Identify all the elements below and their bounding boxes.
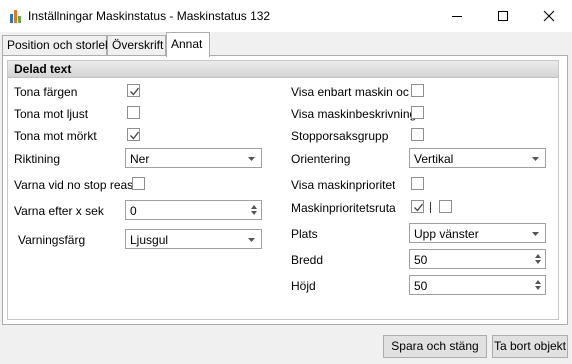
separator <box>430 202 431 213</box>
chevron-down-icon <box>248 157 255 161</box>
maskinprioritetsruta-checkbox-b[interactable] <box>439 200 452 213</box>
bredd-value: 50 <box>414 253 428 267</box>
visa-maskinbeskrivning-label: Visa maskinbeskrivning <box>291 107 417 121</box>
orientering-label: Orientering <box>291 152 351 166</box>
save-and-close-button[interactable]: Spara och stäng <box>383 335 487 358</box>
maskinprioritetsruta-checkbox-a[interactable] <box>411 200 424 213</box>
plats-value: Upp vänster <box>414 227 479 241</box>
checkmark-icon <box>130 131 140 140</box>
riktning-label: Riktining <box>14 152 61 166</box>
maximize-icon <box>498 11 508 21</box>
group-title: Delad text <box>8 61 558 78</box>
spin-down-icon[interactable] <box>534 285 542 291</box>
varna-efter-value: 0 <box>130 204 137 218</box>
visa-maskinprioritet-label: Visa maskinprioritet <box>291 178 396 192</box>
tona-mot-morkt-label: Tona mot mörkt <box>14 129 97 143</box>
stopporsaksgrupp-checkbox[interactable] <box>411 128 424 141</box>
orientering-value: Vertikal <box>414 152 454 166</box>
visa-enbart-checkbox[interactable] <box>411 84 424 97</box>
chevron-down-icon <box>532 157 539 161</box>
close-button[interactable] <box>526 0 572 32</box>
varna-efter-label: Varna efter x sek <box>14 204 104 218</box>
checkmark-icon <box>414 203 424 212</box>
tab-panel-annat: Delad text Tona färgen Tona mot ljust To… <box>2 55 568 325</box>
varna-no-stop-checkbox[interactable] <box>132 177 145 190</box>
tona-fargen-label: Tona färgen <box>14 85 78 99</box>
plats-label: Plats <box>291 227 318 241</box>
spin-down-icon[interactable] <box>250 210 258 216</box>
tab-strip: Position och storlek Överskrift Annat <box>0 32 572 57</box>
group-delad-text: Delad text Tona färgen Tona mot ljust To… <box>7 60 559 320</box>
maximize-button[interactable] <box>480 0 526 32</box>
varningsfarg-value: Ljusgul <box>130 233 169 247</box>
stopporsaksgrupp-label: Stopporsaksgrupp <box>291 129 389 143</box>
visa-enbart-label: Visa enbart maskin och stoppfärg <box>291 85 409 98</box>
riktning-dropdown[interactable]: Ner <box>125 148 262 168</box>
tab-annat[interactable]: Annat <box>166 32 210 57</box>
minimize-icon <box>452 16 462 17</box>
orientering-dropdown[interactable]: Vertikal <box>409 148 546 168</box>
chevron-down-icon <box>532 232 539 236</box>
hojd-spinner[interactable]: 50 <box>409 275 546 295</box>
tona-mot-ljust-checkbox[interactable] <box>127 106 140 119</box>
varna-efter-spinner[interactable]: 0 <box>125 200 262 220</box>
delete-object-button[interactable]: Ta bort objekt <box>492 335 568 358</box>
tab-overskrift[interactable]: Överskrift <box>107 35 166 56</box>
tona-mot-morkt-checkbox[interactable] <box>127 128 140 141</box>
bredd-label: Bredd <box>291 253 324 267</box>
tab-position-och-storlek[interactable]: Position och storlek <box>2 35 111 56</box>
checkmark-icon <box>130 87 140 96</box>
title-bar: Inställningar Maskinstatus - Maskinstatu… <box>0 0 572 32</box>
minimize-button[interactable] <box>434 0 480 32</box>
window-title: Inställningar Maskinstatus - Maskinstatu… <box>28 9 271 23</box>
close-icon <box>543 10 555 22</box>
varningsfarg-dropdown[interactable]: Ljusgul <box>125 229 262 249</box>
varna-no-stop-label: Varna vid no stop reaso <box>14 178 132 192</box>
visa-maskinbeskrivning-checkbox[interactable] <box>411 106 424 119</box>
hojd-label: Höjd <box>291 279 316 293</box>
maskinprioritetsruta-label: Maskinprioritetsruta <box>291 201 396 215</box>
riktning-value: Ner <box>130 152 150 166</box>
chevron-down-icon <box>248 238 255 242</box>
tona-mot-ljust-label: Tona mot ljust <box>14 107 89 121</box>
plats-dropdown[interactable]: Upp vänster <box>409 223 546 243</box>
hojd-value: 50 <box>414 279 428 293</box>
visa-maskinprioritet-checkbox[interactable] <box>411 177 424 190</box>
tona-fargen-checkbox[interactable] <box>127 84 140 97</box>
bar-chart-app-icon <box>9 8 23 24</box>
bredd-spinner[interactable]: 50 <box>409 249 546 269</box>
spin-down-icon[interactable] <box>534 259 542 265</box>
varningsfarg-label: Varningsfärg <box>18 233 86 247</box>
